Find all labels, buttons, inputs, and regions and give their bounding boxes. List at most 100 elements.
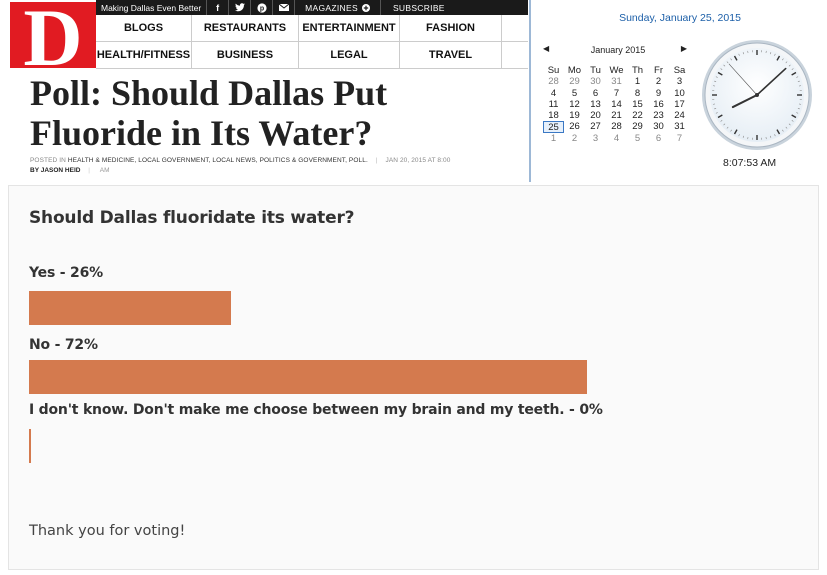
calendar-day[interactable]: 3 [669, 76, 690, 87]
article-author[interactable]: BY JASON HEID [30, 167, 80, 174]
calendar-day[interactable]: 26 [564, 121, 585, 132]
subscribe-link[interactable]: SUBSCRIBE [379, 0, 457, 15]
calendar-day[interactable]: 7 [606, 88, 627, 99]
weekday-header: Th [631, 65, 644, 76]
poll-option-label-yes: Yes - 26% [29, 265, 103, 281]
calendar-day[interactable]: 28 [543, 76, 564, 87]
svg-text:p: p [260, 5, 264, 12]
calendar-day[interactable]: 31 [669, 121, 690, 132]
site-header: D Making Dallas Even Better f p MAGAZINE… [0, 0, 528, 185]
calendar-day[interactable]: 31 [606, 76, 627, 87]
weekday-header: We [609, 65, 624, 76]
poll-bar-yes [29, 291, 231, 325]
poll-thanks-message: Thank you for voting! [29, 523, 186, 539]
calendar-day[interactable]: 11 [543, 99, 564, 110]
nav-blogs[interactable]: BLOGS [96, 15, 192, 41]
article-title: Poll: Should Dallas Put Fluoride in Its … [30, 73, 388, 153]
article-time-suffix: AM [99, 167, 110, 174]
next-month-arrow-icon[interactable]: ▶ [681, 44, 687, 53]
calendar-day[interactable]: 5 [627, 133, 648, 144]
calendar-day[interactable]: 18 [543, 110, 564, 121]
nav-health-fitness[interactable]: HEALTH/FITNESS [96, 42, 192, 68]
poll-bar-no [29, 360, 587, 394]
calendar-day[interactable]: 8 [627, 88, 648, 99]
article-meta: POSTED IN HEALTH & MEDICINE, LOCAL GOVER… [30, 157, 450, 164]
nav-fashion[interactable]: FASHION [400, 15, 502, 41]
weekday-header: Sa [673, 65, 686, 76]
poll-results-panel: Should Dallas fluoridate its water? Yes … [8, 185, 819, 570]
byline-divider: | [88, 167, 90, 174]
weekday-header: Su [547, 65, 560, 76]
logo-letter: D [23, 0, 83, 83]
d-magazine-logo[interactable]: D [10, 0, 96, 83]
calendar-grid: Su Mo Tu We Th Fr Sa 28 29 30 31 1 2 3 4 5 6 7 8 9 10 11 12 13 1… [543, 65, 690, 144]
calendar-day[interactable]: 22 [627, 110, 648, 121]
calendar-month-label[interactable]: January 2015 [543, 45, 693, 55]
digital-time: 8:07:53 AM [723, 157, 777, 169]
email-icon[interactable] [272, 0, 294, 15]
calendar-day[interactable]: 1 [543, 133, 564, 144]
calendar-day[interactable]: 23 [648, 110, 669, 121]
top-bar: Making Dallas Even Better f p MAGAZINES … [96, 0, 528, 15]
magazines-menu[interactable]: MAGAZINES [294, 0, 380, 15]
calendar-day[interactable]: 1 [627, 76, 648, 87]
nav-travel[interactable]: TRAVEL [400, 42, 502, 68]
calendar-day[interactable]: 29 [627, 121, 648, 132]
calendar-day[interactable]: 7 [669, 133, 690, 144]
poll-question: Should Dallas fluoridate its water? [29, 208, 355, 228]
calendar-day[interactable]: 6 [648, 133, 669, 144]
date-time-flyout: Sunday, January 25, 2015 ◀ January 2015 … [529, 0, 827, 182]
calendar-day-today[interactable]: 25 [543, 121, 564, 133]
calendar-day[interactable]: 28 [606, 121, 627, 132]
weekday-header: Tu [590, 65, 601, 76]
calendar-day[interactable]: 14 [606, 99, 627, 110]
pinterest-icon[interactable]: p [250, 0, 272, 15]
full-date-link[interactable]: Sunday, January 25, 2015 [531, 12, 827, 24]
weekday-header: Fr [654, 65, 663, 76]
calendar-day[interactable]: 10 [669, 88, 690, 99]
calendar-day[interactable]: 30 [585, 76, 606, 87]
nav-entertainment[interactable]: ENTERTAINMENT [299, 15, 400, 41]
nav-business[interactable]: BUSINESS [192, 42, 299, 68]
article-date: JAN 20, 2015 AT 8:00 [385, 157, 451, 164]
twitter-icon[interactable] [228, 0, 250, 15]
posted-in-label: POSTED IN [30, 157, 66, 164]
calendar-day[interactable]: 2 [564, 133, 585, 144]
weekday-header: Mo [567, 65, 582, 76]
plus-circle-icon [361, 3, 370, 12]
calendar-header: ◀ January 2015 ▶ [543, 44, 693, 58]
calendar-day[interactable]: 19 [564, 110, 585, 121]
facebook-icon[interactable]: f [206, 0, 228, 15]
calendar-day[interactable]: 27 [585, 121, 606, 132]
meta-divider: | [375, 157, 378, 164]
calendar-day[interactable]: 21 [606, 110, 627, 121]
calendar-day[interactable]: 4 [543, 88, 564, 99]
calendar-day[interactable]: 30 [648, 121, 669, 132]
calendar-day[interactable]: 16 [648, 99, 669, 110]
calendar-day[interactable]: 4 [606, 133, 627, 144]
nav-restaurants[interactable]: RESTAURANTS [192, 15, 299, 41]
calendar-day[interactable]: 17 [669, 99, 690, 110]
calendar-day[interactable]: 2 [648, 76, 669, 87]
article-categories[interactable]: HEALTH & MEDICINE, LOCAL GOVERNMENT, LOC… [68, 157, 368, 164]
site-tagline: Making Dallas Even Better [101, 2, 202, 13]
calendar-day[interactable]: 9 [648, 88, 669, 99]
nav-row-2: HEALTH/FITNESS BUSINESS LEGAL TRAVEL [96, 42, 528, 69]
calendar-day[interactable]: 15 [627, 99, 648, 110]
calendar-day[interactable]: 24 [669, 110, 690, 121]
nav-row-1: BLOGS RESTAURANTS ENTERTAINMENT FASHION [96, 15, 528, 42]
calendar-day[interactable]: 20 [585, 110, 606, 121]
calendar-day[interactable]: 3 [585, 133, 606, 144]
calendar-day[interactable]: 12 [564, 99, 585, 110]
analog-clock [702, 40, 812, 150]
calendar-day[interactable]: 6 [585, 88, 606, 99]
calendar-day[interactable]: 13 [585, 99, 606, 110]
poll-bar-dont-know [29, 429, 31, 463]
poll-option-label-dont-know: I don't know. Don't make me choose betwe… [29, 402, 603, 418]
calendar-day[interactable]: 5 [564, 88, 585, 99]
magazines-label: MAGAZINES [305, 2, 358, 13]
article-byline-row: BY JASON HEID | AM [30, 167, 110, 174]
nav-legal[interactable]: LEGAL [299, 42, 400, 68]
calendar-day[interactable]: 29 [564, 76, 585, 87]
poll-option-label-no: No - 72% [29, 337, 98, 353]
